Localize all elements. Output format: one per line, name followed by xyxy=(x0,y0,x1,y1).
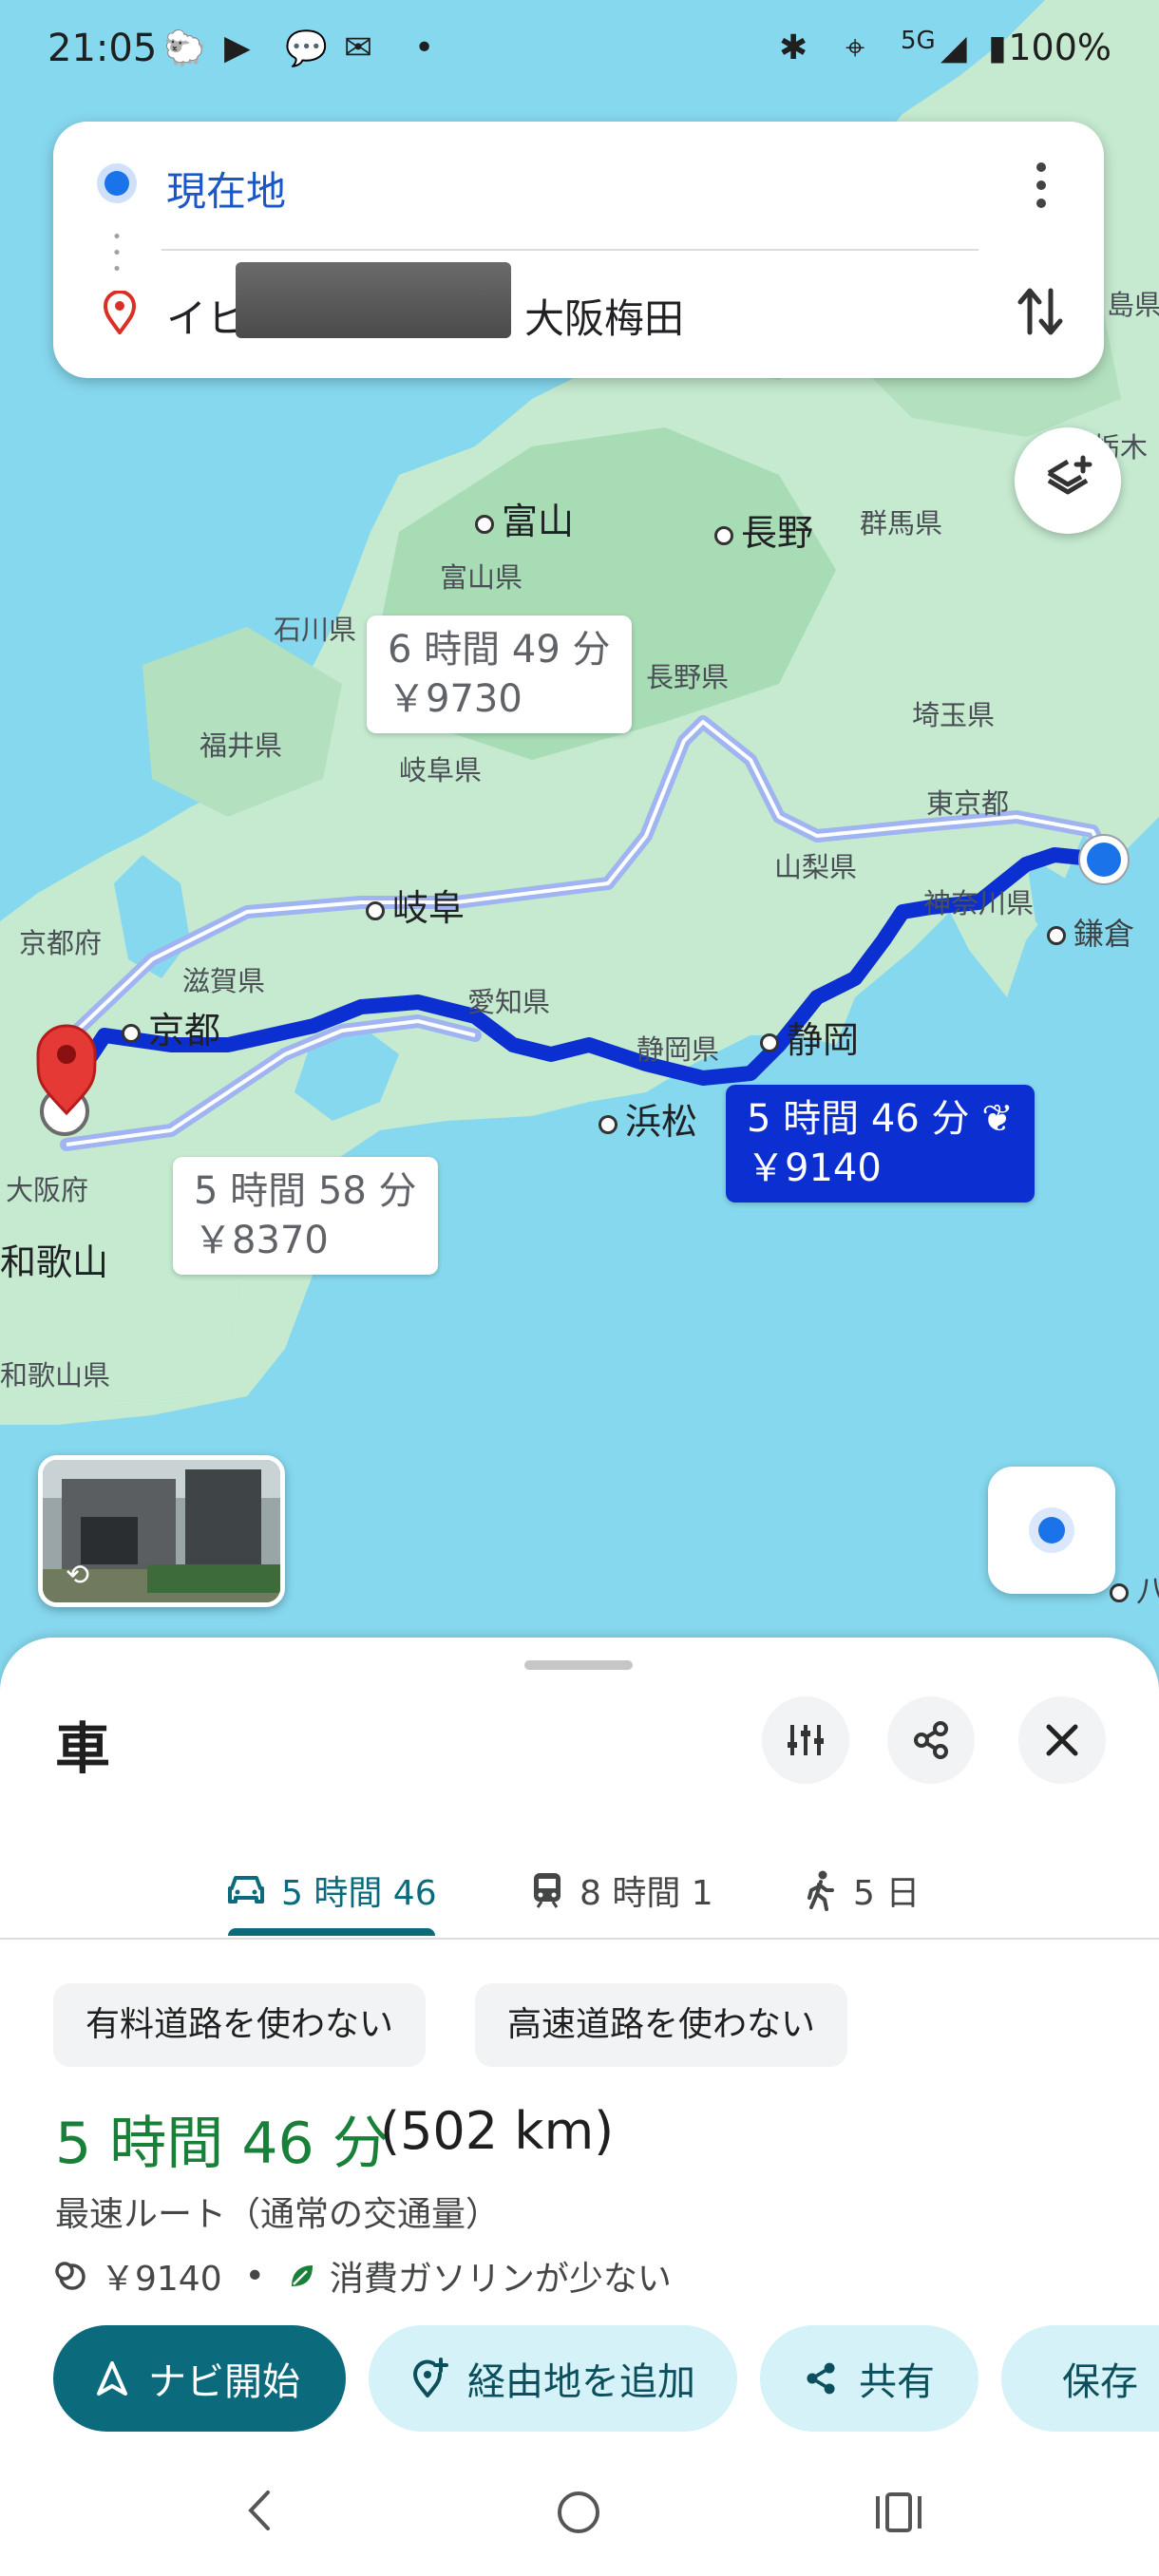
line-icon: 💬 xyxy=(285,29,328,68)
map-label-nagano: 長野 xyxy=(714,503,813,556)
mail-icon: ✉ xyxy=(344,28,373,67)
youtube-icon: ▶ xyxy=(224,28,251,67)
map-label-kyoto: 京都 xyxy=(122,1001,220,1053)
car-icon xyxy=(228,1876,264,1904)
sheet-drag-handle[interactable] xyxy=(524,1660,633,1670)
share-icon xyxy=(914,1721,948,1759)
map-label-gifu: 岐阜 xyxy=(366,879,465,931)
battery-icon: ▮ xyxy=(988,28,1007,67)
signal-icon: ◢ xyxy=(940,28,967,67)
map-label-aichi-pref: 愛知県 xyxy=(467,986,551,1018)
map-label-kyoto-fu: 京都府 xyxy=(19,927,103,959)
location-icon: ⌖ xyxy=(846,28,865,67)
swap-icon[interactable] xyxy=(1016,283,1064,340)
map-label-shima: 島県 xyxy=(1107,289,1159,321)
avoid-tolls-chip[interactable]: 有料道路を使わない xyxy=(53,1983,427,2067)
tune-icon xyxy=(788,1725,824,1755)
battery-percent: 100% xyxy=(1008,27,1112,68)
add-stop-icon xyxy=(412,2358,448,2397)
map-label-nagano-pref: 長野県 xyxy=(646,661,730,693)
bluetooth-icon: ✱ xyxy=(779,28,808,67)
layers-button[interactable] xyxy=(1015,427,1121,534)
origin-dot-icon xyxy=(104,171,129,196)
destination-field[interactable]: イヒ xyxy=(166,287,246,345)
street-view-thumbnail[interactable]: ⟲ xyxy=(38,1455,285,1607)
origin-field[interactable]: 現在地 xyxy=(166,160,286,218)
close-button[interactable] xyxy=(1018,1696,1106,1784)
map-label-tokyo: 東京都 xyxy=(926,787,1010,820)
travel-mode-tabs: 5 時間 46 8 時間 1 5 日 xyxy=(0,1828,1159,1940)
avoid-highways-chip[interactable]: 高速道路を使わない xyxy=(475,1983,848,2067)
route-callout-selected[interactable]: 5 時間 46 分 ❦ ￥9140 xyxy=(726,1085,1035,1203)
status-time: 21:05 xyxy=(48,27,158,70)
map-label-toyama-pref: 富山県 xyxy=(440,561,523,594)
tab-walk[interactable]: 5 日 xyxy=(804,1866,920,1915)
route-distance: (502 km) xyxy=(380,2101,615,2161)
map-label-toyama: 富山 xyxy=(475,492,574,544)
app-notification-icon: 🐑 xyxy=(163,29,206,68)
field-divider xyxy=(162,249,978,251)
eco-label: 消費ガソリンが少ない xyxy=(329,2260,672,2299)
add-stop-button[interactable]: 経由地を追加 xyxy=(369,2325,737,2432)
route-callout-north[interactable]: 6 時間 49 分 ￥9730 xyxy=(367,616,632,733)
walk-icon xyxy=(808,1870,834,1911)
eco-leaf-icon: ❦ xyxy=(981,1097,1014,1141)
recents-icon[interactable] xyxy=(872,2489,925,2536)
route-duration: 5 時間 46 分 xyxy=(55,2111,390,2177)
toll-icon xyxy=(55,2262,86,2290)
map-label-kanagawa-pref: 神奈川県 xyxy=(923,887,1035,919)
route-description: 最速ルート（通常の交通量） xyxy=(55,2195,501,2234)
destination-field-tail[interactable]: 大阪梅田 xyxy=(524,287,684,345)
status-bar: 21:05 🐑 ▶ 💬 ✉ • ✱ ⌖ 5G ◢ ▮ 100% xyxy=(0,0,1159,95)
route-options-button[interactable] xyxy=(762,1696,849,1784)
tab-drive[interactable]: 5 時間 46 xyxy=(226,1866,437,1915)
map-label-hachi: 八 xyxy=(1110,1567,1159,1611)
route-callout-south[interactable]: 5 時間 58 分 ￥8370 xyxy=(173,1157,438,1275)
layers-icon xyxy=(1047,455,1092,495)
my-location-button[interactable] xyxy=(988,1467,1115,1594)
map-label-gifu-pref: 岐阜県 xyxy=(399,754,483,786)
separator-dot: • xyxy=(244,2256,265,2296)
destination-pin-icon xyxy=(103,291,137,334)
more-notifications-icon: • xyxy=(414,28,435,67)
navigation-arrow-icon xyxy=(97,2361,127,2396)
save-button[interactable]: 保存 xyxy=(1001,2325,1159,2432)
map-label-ishikawa-pref: 石川県 xyxy=(274,614,357,646)
start-navigation-button[interactable]: ナビ開始 xyxy=(53,2325,346,2432)
map-label-saitama-pref: 埼玉県 xyxy=(912,699,996,731)
map-label-kamakura: 鎌倉 xyxy=(1047,910,1134,954)
travel-mode-title: 車 xyxy=(55,1716,111,1781)
map-label-wakayama: 和歌山 xyxy=(0,1241,109,1283)
home-icon[interactable] xyxy=(555,2489,602,2536)
map-label-gunma-pref: 群馬県 xyxy=(860,507,943,540)
tab-active-indicator xyxy=(228,1928,435,1936)
eco-leaf-icon xyxy=(291,2265,313,2286)
share-icon xyxy=(807,2362,835,2395)
map-label-shizuoka-pref: 静岡県 xyxy=(636,1033,720,1066)
rotate-360-icon: ⟲ xyxy=(66,1559,90,1592)
network-type: 5G xyxy=(901,27,936,55)
toll-cost: ￥9140 xyxy=(101,2260,222,2299)
map-label-osaka-fu: 大阪府 xyxy=(6,1174,89,1206)
train-icon xyxy=(534,1873,560,1908)
share-button[interactable]: 共有 xyxy=(760,2325,978,2432)
map-label-wakayama-pref: 和歌山県 xyxy=(0,1359,111,1392)
map-label-yamanashi-pref: 山梨県 xyxy=(774,851,858,883)
back-icon[interactable] xyxy=(241,2487,279,2534)
more-options-icon[interactable] xyxy=(1032,161,1051,209)
system-navigation-bar xyxy=(0,2460,1159,2576)
route-connector xyxy=(114,228,120,275)
map-label-shiga-pref: 滋賀県 xyxy=(182,965,266,997)
map-label-fukui-pref: 福井県 xyxy=(200,729,283,762)
share-route-button[interactable] xyxy=(887,1696,975,1784)
redacted-block xyxy=(236,262,511,338)
close-icon xyxy=(1046,1724,1078,1756)
directions-sheet: 車 5 時間 46 8 時間 1 5 日 有料道路を使わない 高速道路を使わない… xyxy=(0,1638,1159,2576)
map-label-hamamatsu: 浜松 xyxy=(598,1092,697,1145)
map-label-shizuoka: 静岡 xyxy=(760,1011,859,1063)
tab-transit[interactable]: 8 時間 1 xyxy=(530,1866,713,1915)
route-details: ￥9140 • 消費ガソリンが少ない xyxy=(55,2251,672,2301)
